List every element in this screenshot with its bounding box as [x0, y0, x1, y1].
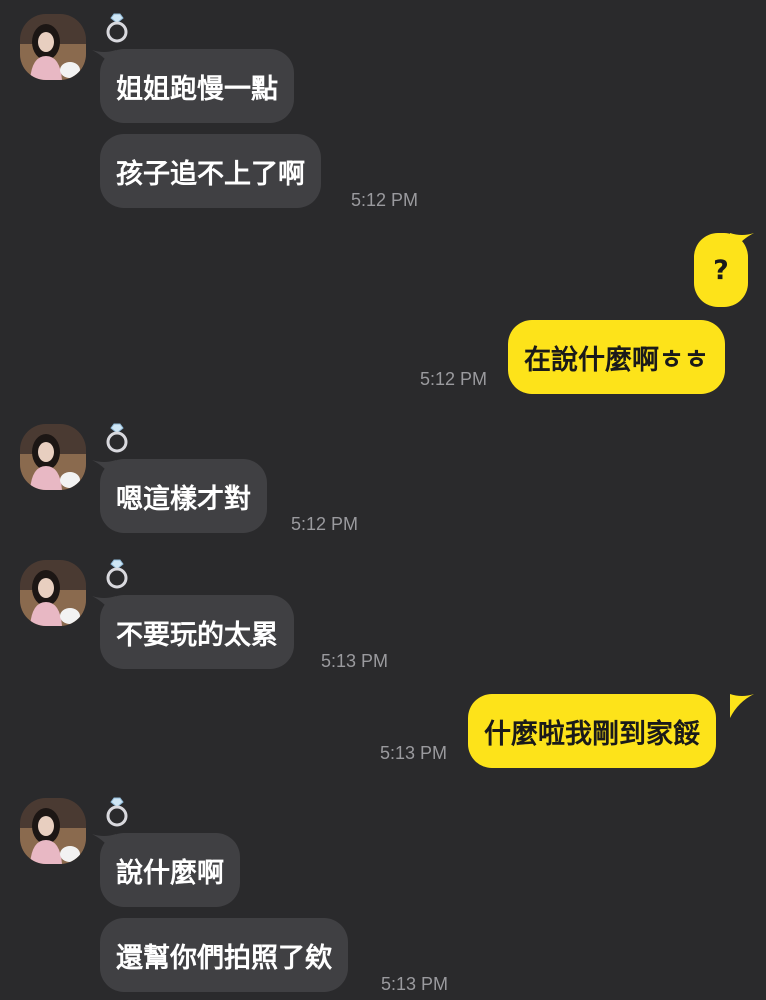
- message-text: 孩子追不上了啊: [116, 158, 305, 190]
- message-text: 說什麼啊: [116, 857, 224, 889]
- outgoing-message-bubble[interactable]: 在說什麼啊ㅎㅎ: [508, 320, 725, 394]
- avatar-photo: [20, 798, 86, 864]
- message-text: 什麼啦我剛到家餒: [484, 718, 700, 750]
- message-text: 不要玩的太累: [116, 619, 278, 651]
- diamond-ring-icon: [106, 13, 128, 43]
- message-text: ?: [713, 254, 729, 286]
- sender-avatar[interactable]: [20, 560, 86, 626]
- avatar-photo: [20, 560, 86, 626]
- incoming-message-bubble[interactable]: 說什麼啊: [100, 833, 240, 907]
- incoming-message-bubble[interactable]: 不要玩的太累: [100, 595, 294, 669]
- sender-avatar[interactable]: [20, 424, 86, 490]
- message-timestamp: 5:12 PM: [420, 369, 488, 389]
- message-timestamp: 5:12 PM: [291, 514, 359, 534]
- message-timestamp: 5:12 PM: [351, 190, 419, 210]
- diamond-ring-icon: [106, 559, 128, 589]
- outgoing-bubble-tail: [730, 694, 754, 718]
- sender-avatar[interactable]: [20, 14, 86, 80]
- avatar-photo: [20, 14, 86, 80]
- outgoing-message-bubble[interactable]: 什麼啦我剛到家餒: [468, 694, 716, 768]
- message-timestamp: 5:13 PM: [321, 651, 389, 671]
- diamond-ring-icon: [106, 423, 128, 453]
- incoming-message-bubble[interactable]: 姐姐跑慢一點: [100, 49, 294, 123]
- message-timestamp: 5:13 PM: [381, 974, 449, 994]
- incoming-message-bubble[interactable]: 還幫你們拍照了欸: [100, 918, 348, 992]
- message-text: 嗯這樣才對: [116, 483, 251, 515]
- incoming-message-bubble[interactable]: 孩子追不上了啊: [100, 134, 321, 208]
- outgoing-bubble-tail: [730, 233, 754, 257]
- message-text: 在說什麼啊ㅎㅎ: [524, 344, 709, 376]
- diamond-ring-icon: [106, 797, 128, 827]
- sender-avatar[interactable]: [20, 798, 86, 864]
- message-timestamp: 5:13 PM: [380, 743, 448, 763]
- message-text: 還幫你們拍照了欸: [116, 942, 332, 974]
- incoming-message-bubble[interactable]: 嗯這樣才對: [100, 459, 267, 533]
- message-text: 姐姐跑慢一點: [116, 73, 278, 105]
- avatar-photo: [20, 424, 86, 490]
